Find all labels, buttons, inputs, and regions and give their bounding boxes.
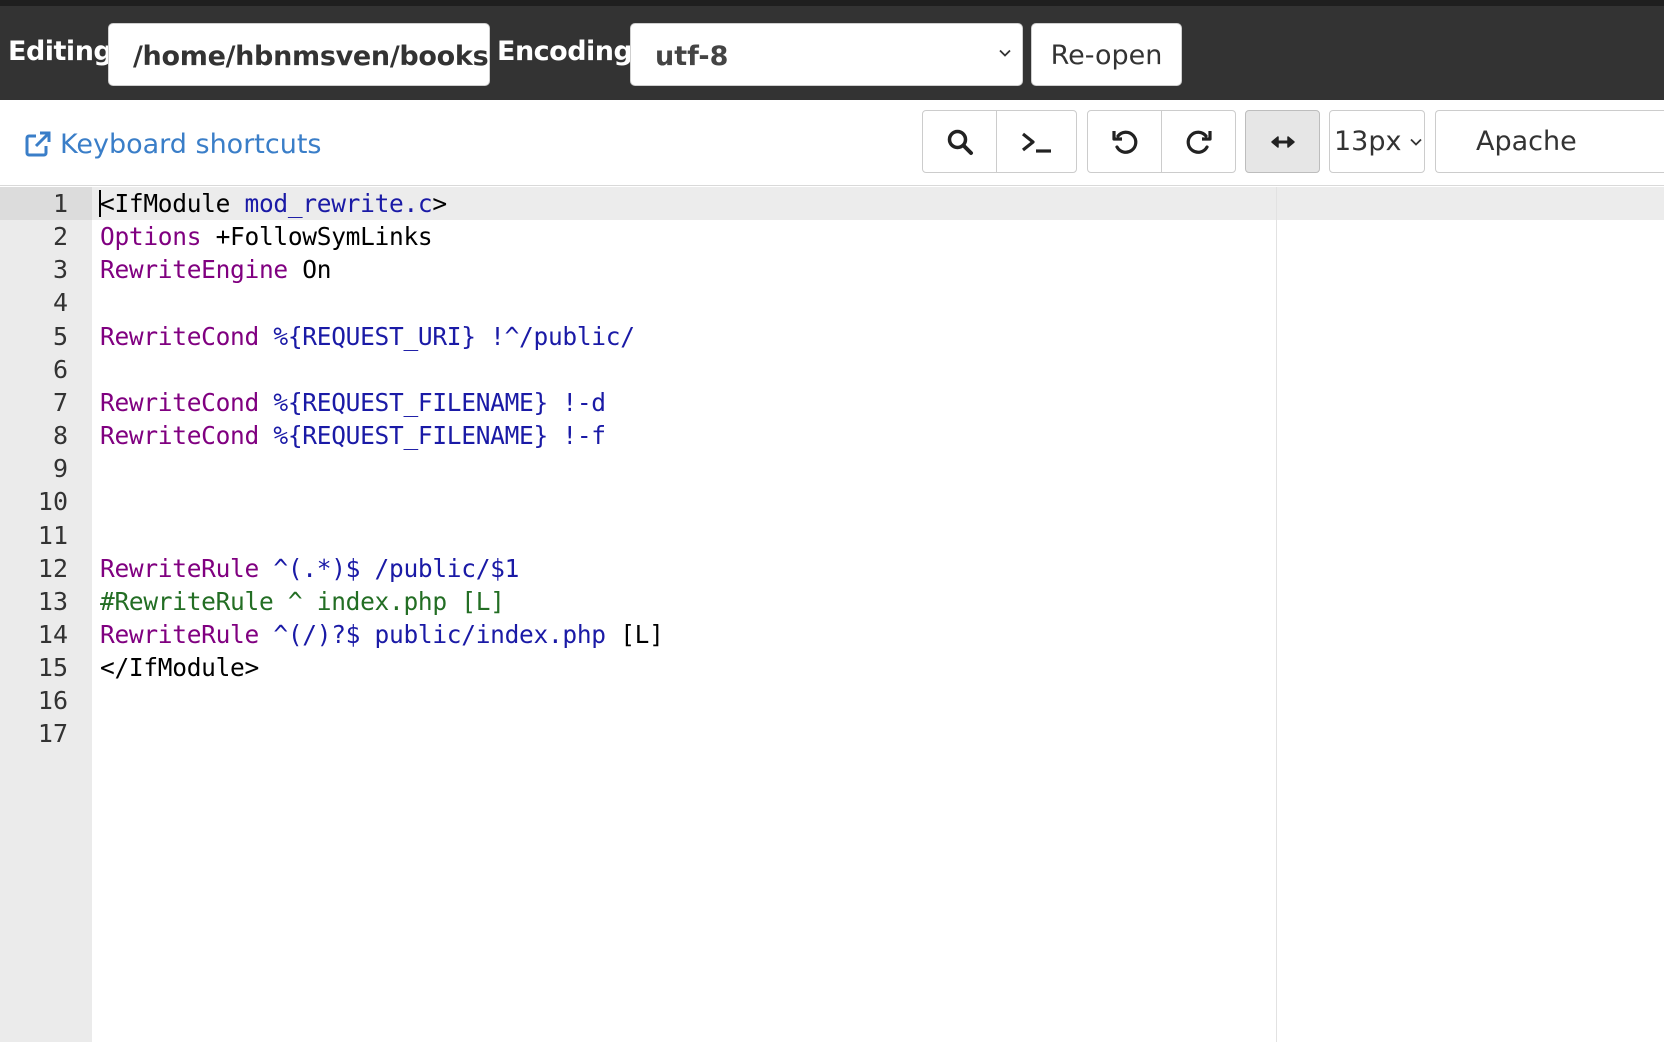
- reopen-button[interactable]: Re-open: [1031, 23, 1182, 86]
- code-token: %{REQUEST_FILENAME} !-f: [258, 421, 606, 451]
- font-size-select[interactable]: 13px: [1329, 110, 1425, 173]
- redo-icon: [1186, 130, 1212, 154]
- code-line[interactable]: 5 RewriteCond %{REQUEST_URI} !^/public/: [0, 320, 1664, 353]
- code-line[interactable]: 8 RewriteCond %{REQUEST_FILENAME} !-f: [0, 419, 1664, 452]
- code-token: ^(/)?$ public/index.php: [258, 619, 606, 649]
- code-line[interactable]: 2 Options +FollowSymLinks: [0, 220, 1664, 253]
- code-token: RewriteRule: [100, 619, 259, 649]
- code-token: On: [287, 255, 332, 285]
- syntax-mode-value: Apache: [1476, 126, 1577, 157]
- code-token: ^(.*)$ /public/$1: [258, 553, 520, 583]
- encoding-value: utf-8: [655, 41, 729, 72]
- code-text: Options +FollowSymLinks: [100, 220, 433, 253]
- code-token: mod_rewrite.c: [244, 189, 433, 218]
- keyboard-shortcuts-label: Keyboard shortcuts: [60, 128, 322, 160]
- code-token: RewriteCond: [100, 421, 259, 451]
- terminal-icon: [1021, 132, 1051, 153]
- line-number: 9: [52, 454, 68, 484]
- code-text: <IfModule mod_rewrite.c>: [100, 187, 447, 220]
- code-token: #RewriteRule ^ index.php [L]: [100, 586, 505, 616]
- code-line[interactable]: 3 RewriteEngine On: [0, 253, 1664, 286]
- editing-label: Editing:: [8, 36, 123, 67]
- code-token: RewriteRule: [100, 553, 259, 583]
- wrap-arrows-icon: [1270, 135, 1295, 148]
- code-line[interactable]: 10: [0, 485, 1664, 518]
- code-line[interactable]: 12 RewriteRule ^(.*)$ /public/$1: [0, 552, 1664, 585]
- line-number: 5: [52, 321, 68, 351]
- code-token: RewriteCond: [100, 321, 259, 351]
- code-token: %{REQUEST_FILENAME} !-d: [258, 387, 606, 417]
- code-token: RewriteCond: [100, 387, 259, 417]
- code-token: Options: [100, 222, 202, 252]
- line-number: 1: [52, 189, 68, 218]
- line-number: 4: [52, 288, 68, 318]
- line-number: 7: [52, 387, 68, 417]
- code-token: +FollowSymLinks: [201, 222, 433, 252]
- line-number: 16: [37, 686, 68, 716]
- syntax-mode-select[interactable]: Apache: [1435, 110, 1664, 173]
- redo-button[interactable]: [1161, 110, 1236, 173]
- line-number: 15: [37, 653, 68, 683]
- goto-line-button[interactable]: [996, 110, 1077, 173]
- code-text: RewriteRule ^(/)?$ public/index.php [L]: [100, 618, 664, 651]
- code-line[interactable]: 7 RewriteCond %{REQUEST_FILENAME} !-d: [0, 386, 1664, 419]
- code-text: RewriteCond %{REQUEST_FILENAME} !-d: [100, 386, 606, 419]
- code-line[interactable]: 13 #RewriteRule ^ index.php [L]: [0, 585, 1664, 618]
- code-line[interactable]: 11: [0, 519, 1664, 552]
- line-number: 17: [37, 719, 68, 749]
- code-line[interactable]: 1 <IfModule mod_rewrite.c>: [0, 187, 1664, 220]
- code-text: RewriteCond %{REQUEST_URI} !^/public/: [100, 320, 635, 353]
- line-number: 14: [37, 619, 68, 649]
- file-path-value: /home/hbnmsven/books: [133, 41, 489, 72]
- file-header-bar: Editing: /home/hbnmsven/books Encoding: …: [0, 0, 1664, 100]
- code-text: RewriteCond %{REQUEST_FILENAME} !-f: [100, 419, 606, 452]
- code-token: RewriteEngine: [100, 255, 288, 285]
- chevron-down-icon: [999, 49, 1011, 57]
- line-number: 12: [37, 553, 68, 583]
- undo-button[interactable]: [1087, 110, 1162, 173]
- code-token: [L]: [605, 619, 664, 649]
- code-editor[interactable]: 1 <IfModule mod_rewrite.c> 2 Options +Follo…: [0, 187, 1664, 1042]
- word-wrap-toggle[interactable]: [1245, 110, 1320, 173]
- font-size-value: 13px: [1334, 126, 1402, 157]
- line-number: 11: [37, 520, 68, 550]
- line-number: 8: [52, 421, 68, 451]
- code-token: </IfModule>: [100, 653, 259, 683]
- encoding-select[interactable]: utf-8: [630, 23, 1023, 86]
- encoding-label: Encoding:: [497, 36, 643, 67]
- code-line[interactable]: 16: [0, 684, 1664, 717]
- code-text: RewriteEngine On: [100, 253, 332, 286]
- line-number: 6: [52, 354, 68, 384]
- line-number: 13: [37, 586, 68, 616]
- code-token: %{REQUEST_URI} !^/public/: [258, 321, 635, 351]
- external-link-icon: [25, 131, 51, 157]
- line-number: 3: [52, 255, 68, 285]
- editor-toolbar: Keyboard shortcuts 13px Apache: [0, 100, 1664, 186]
- line-number: 10: [37, 487, 68, 517]
- code-text: RewriteRule ^(.*)$ /public/$1: [100, 552, 519, 585]
- code-line[interactable]: 15 </IfModule>: [0, 651, 1664, 684]
- code-text: #RewriteRule ^ index.php [L]: [100, 585, 505, 618]
- undo-icon: [1111, 130, 1137, 154]
- file-path-input[interactable]: /home/hbnmsven/books: [108, 23, 490, 86]
- code-line[interactable]: 9: [0, 452, 1664, 485]
- code-line[interactable]: 17: [0, 717, 1664, 750]
- search-button[interactable]: [922, 110, 997, 173]
- keyboard-shortcuts-link[interactable]: Keyboard shortcuts: [24, 127, 322, 161]
- code-line[interactable]: 4: [0, 286, 1664, 319]
- line-number: 2: [52, 222, 68, 252]
- text-cursor: [99, 190, 101, 217]
- code-token: <IfModule: [100, 189, 245, 218]
- chevron-down-icon: [1410, 138, 1423, 146]
- search-icon: [947, 129, 973, 155]
- code-token: >: [432, 189, 447, 218]
- code-line[interactable]: 14 RewriteRule ^(/)?$ public/index.php [L…: [0, 618, 1664, 651]
- code-text: </IfModule>: [100, 651, 259, 684]
- code-line[interactable]: 6: [0, 353, 1664, 386]
